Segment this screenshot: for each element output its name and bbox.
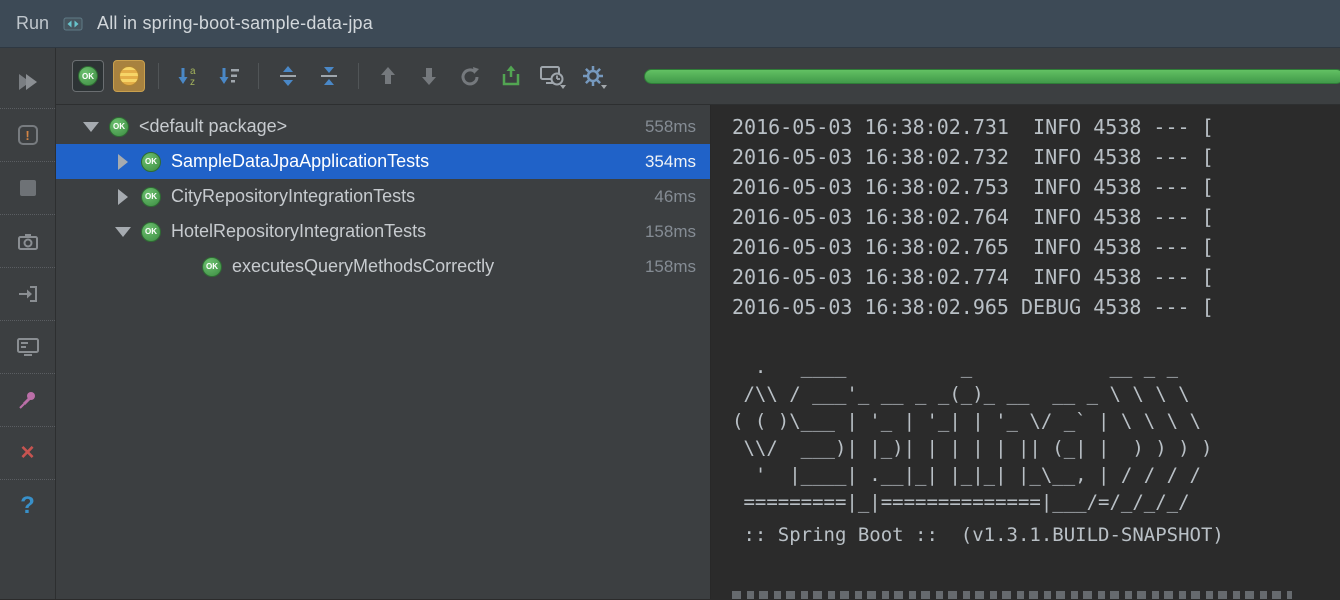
exit-icon[interactable] bbox=[0, 272, 55, 316]
expand-toggle[interactable] bbox=[82, 122, 100, 132]
test-passed-icon: OK bbox=[141, 152, 161, 172]
run-console-icon bbox=[63, 16, 83, 32]
chevron-right-icon bbox=[118, 189, 128, 205]
test-progress-bar bbox=[644, 69, 1340, 84]
rail-divider bbox=[0, 426, 55, 427]
test-name: CityRepositoryIntegrationTests bbox=[171, 186, 415, 207]
test-name: HotelRepositoryIntegrationTests bbox=[171, 221, 426, 242]
svg-text:z: z bbox=[190, 77, 195, 88]
down-arrow-icon bbox=[418, 65, 440, 87]
svg-text:a: a bbox=[190, 66, 196, 77]
alert-icon[interactable]: ! bbox=[0, 113, 55, 157]
rerun-failed-tests-button[interactable] bbox=[454, 60, 486, 92]
rail-divider bbox=[0, 214, 55, 215]
ok-icon: OK bbox=[78, 66, 98, 86]
chevron-down-icon bbox=[83, 122, 99, 132]
previous-failed-test-button[interactable] bbox=[372, 60, 404, 92]
log-line: 2016-05-03 16:38:02.765 INFO 4538 --- [ bbox=[732, 232, 1340, 262]
test-tree-row-default-package[interactable]: OK <default package> 558ms bbox=[56, 109, 710, 144]
help-icon[interactable]: ? bbox=[0, 484, 55, 528]
rail-divider bbox=[0, 479, 55, 480]
test-duration: 558ms bbox=[645, 117, 696, 137]
spring-boot-version: :: Spring Boot :: (v1.3.1.BUILD-SNAPSHOT… bbox=[732, 522, 1340, 549]
test-tree-row-sampledatajpa[interactable]: OK SampleDataJpaApplicationTests 354ms bbox=[56, 144, 710, 179]
sort-by-duration-button[interactable] bbox=[213, 60, 245, 92]
rerun-failed-icon bbox=[458, 64, 482, 88]
toolbar-divider bbox=[358, 63, 359, 89]
test-duration: 354ms bbox=[645, 152, 696, 172]
toolbar-divider bbox=[258, 63, 259, 89]
test-passed-icon: OK bbox=[109, 117, 129, 137]
expand-toggle[interactable] bbox=[114, 189, 132, 205]
rerun-icon[interactable] bbox=[0, 60, 55, 104]
camera-icon[interactable] bbox=[0, 219, 55, 263]
double-play-icon bbox=[19, 74, 37, 90]
test-duration: 158ms bbox=[645, 257, 696, 277]
run-left-toolbar: ! bbox=[0, 48, 56, 599]
test-name: executesQueryMethodsCorrectly bbox=[232, 256, 494, 277]
test-tree-row-executesquerymethods[interactable]: OK executesQueryMethodsCorrectly 158ms bbox=[56, 249, 710, 284]
chevron-right-icon bbox=[118, 154, 128, 170]
expand-all-icon bbox=[276, 64, 300, 88]
toolbar-divider bbox=[158, 63, 159, 89]
rail-divider bbox=[0, 161, 55, 162]
test-duration: 158ms bbox=[645, 222, 696, 242]
export-icon bbox=[499, 64, 523, 88]
clipped-log-line bbox=[732, 591, 1292, 599]
test-runner-toolbar: OK a z bbox=[56, 48, 1340, 105]
run-configuration-title: All in spring-boot-sample-data-jpa bbox=[97, 13, 373, 34]
console-icon[interactable] bbox=[0, 325, 55, 369]
log-line: 2016-05-03 16:38:02.753 INFO 4538 --- [ bbox=[732, 172, 1340, 202]
log-line: 2016-05-03 16:38:02.965 DEBUG 4538 --- [ bbox=[732, 292, 1340, 322]
run-toolwindow-header: Run All in spring-boot-sample-data-jpa bbox=[0, 0, 1340, 48]
test-duration: 46ms bbox=[654, 187, 696, 207]
test-name: <default package> bbox=[139, 116, 287, 137]
settings-button[interactable] bbox=[577, 60, 609, 92]
sort-alphabetically-button[interactable]: a z bbox=[172, 60, 204, 92]
ignored-icon bbox=[119, 66, 139, 86]
expand-all-button[interactable] bbox=[272, 60, 304, 92]
rail-divider bbox=[0, 108, 55, 109]
sort-alpha-icon: a z bbox=[176, 64, 200, 88]
show-ignored-button[interactable] bbox=[113, 60, 145, 92]
test-name: SampleDataJpaApplicationTests bbox=[171, 151, 429, 172]
export-test-results-button[interactable] bbox=[495, 60, 527, 92]
show-passed-button[interactable]: OK bbox=[72, 60, 104, 92]
expand-toggle[interactable] bbox=[114, 227, 132, 237]
log-line: 2016-05-03 16:38:02.764 INFO 4538 --- [ bbox=[732, 202, 1340, 232]
test-tree: OK <default package> 558ms OK SampleData… bbox=[56, 105, 710, 599]
dropdown-caret-icon bbox=[560, 85, 566, 89]
spring-ascii-banner: . ____ _ __ _ _ /\\ / ___'_ __ _ _(_)_ _… bbox=[732, 354, 1340, 516]
up-arrow-icon bbox=[377, 65, 399, 87]
stop-icon[interactable] bbox=[0, 166, 55, 210]
next-failed-test-button[interactable] bbox=[413, 60, 445, 92]
collapse-all-icon bbox=[317, 64, 341, 88]
close-icon[interactable]: × bbox=[0, 431, 55, 475]
test-tree-row-cityrepository[interactable]: OK CityRepositoryIntegrationTests 46ms bbox=[56, 179, 710, 214]
sort-duration-icon bbox=[217, 64, 241, 88]
test-passed-icon: OK bbox=[202, 257, 222, 277]
expand-toggle[interactable] bbox=[114, 154, 132, 170]
dropdown-caret-icon bbox=[601, 85, 607, 89]
console-output[interactable]: 2016-05-03 16:38:02.731 INFO 4538 --- [ … bbox=[710, 105, 1340, 599]
run-tab[interactable]: Run bbox=[16, 13, 49, 34]
test-passed-icon: OK bbox=[141, 187, 161, 207]
rail-divider bbox=[0, 373, 55, 374]
collapse-all-button[interactable] bbox=[313, 60, 345, 92]
log-line: 2016-05-03 16:38:02.731 INFO 4538 --- [ bbox=[732, 112, 1340, 142]
log-line: 2016-05-03 16:38:02.732 INFO 4538 --- [ bbox=[732, 142, 1340, 172]
chevron-down-icon bbox=[115, 227, 131, 237]
pin-icon[interactable] bbox=[0, 378, 55, 422]
test-passed-icon: OK bbox=[141, 222, 161, 242]
test-history-button[interactable] bbox=[536, 60, 568, 92]
rail-divider bbox=[0, 267, 55, 268]
test-tree-row-hotelrepository[interactable]: OK HotelRepositoryIntegrationTests 158ms bbox=[56, 214, 710, 249]
rail-divider bbox=[0, 320, 55, 321]
log-line: 2016-05-03 16:38:02.774 INFO 4538 --- [ bbox=[732, 262, 1340, 292]
